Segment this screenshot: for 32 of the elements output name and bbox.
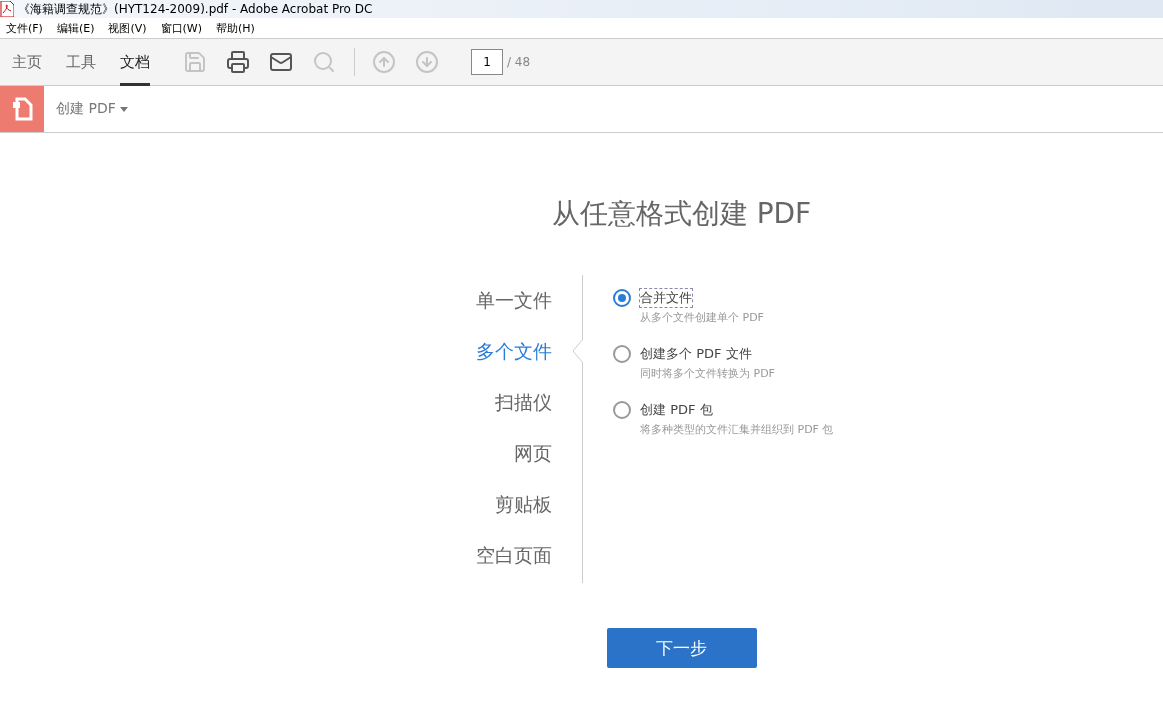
page-heading: 从任意格式创建 PDF [550, 197, 813, 231]
pdf-file-icon [0, 1, 14, 17]
page-number-field[interactable]: 1 [471, 49, 503, 75]
page-total: / 48 [507, 55, 531, 69]
source-item[interactable]: 多个文件 [476, 336, 552, 367]
menu-item[interactable]: 帮助(H) [216, 20, 255, 36]
window-title: 《海籍调查规范》(HYT124-2009).pdf - Adobe Acrobat Pro DC [18, 0, 373, 18]
radio-button[interactable] [613, 345, 631, 363]
tab[interactable]: 工具 [66, 38, 96, 86]
menu-item[interactable]: 视图(V) [108, 20, 147, 36]
create-pdf-dropdown[interactable]: 创建 PDF [56, 100, 128, 118]
source-item[interactable]: 单一文件 [476, 285, 552, 316]
option-description: 同时将多个文件转换为 PDF [640, 366, 775, 381]
option-label: 合并文件 [640, 289, 692, 307]
menu-item[interactable]: 窗口(W) [160, 20, 203, 36]
source-item[interactable]: 剪贴板 [495, 489, 552, 520]
radio-button[interactable] [613, 401, 631, 419]
menu-item[interactable]: 编辑(E) [56, 20, 95, 36]
option-label: 创建 PDF 包 [640, 401, 713, 419]
option-description: 从多个文件创建单个 PDF [640, 310, 764, 325]
radio-button[interactable] [613, 289, 631, 307]
source-item[interactable]: 空白页面 [476, 540, 552, 571]
source-item[interactable]: 扫描仪 [495, 387, 552, 418]
source-item[interactable]: 网页 [514, 438, 552, 469]
caret-icon [119, 106, 128, 112]
option-description: 将多种类型的文件汇集并组织到 PDF 包 [640, 422, 834, 437]
create-pdf-tool-icon[interactable] [0, 86, 44, 132]
tab[interactable]: 主页 [12, 38, 42, 86]
tab[interactable]: 文档 [120, 38, 150, 86]
option-label: 创建多个 PDF 文件 [640, 345, 752, 363]
next-button[interactable]: 下一步 [606, 628, 757, 668]
menu-item[interactable]: 文件(F) [6, 20, 43, 36]
